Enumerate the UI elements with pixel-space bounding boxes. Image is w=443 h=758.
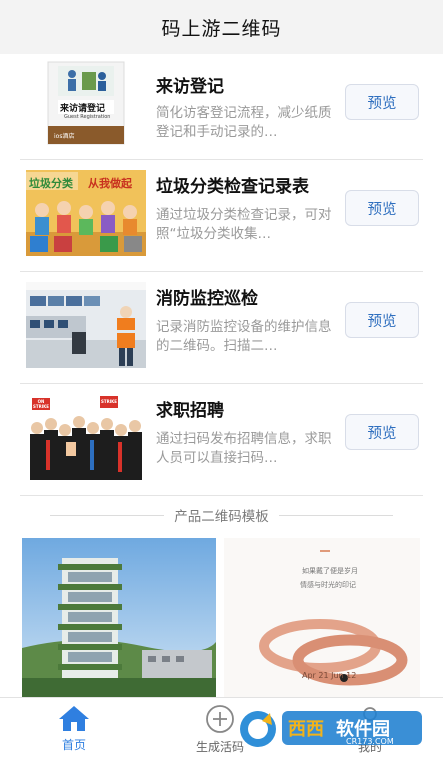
item-title: 消防监控巡检 [156, 289, 258, 309]
garbage-banner-right: 从我做起 [88, 177, 132, 190]
watermark-brand: 西西 [288, 719, 324, 740]
watermark-domain: CR173.COM [346, 737, 394, 746]
recruitment-thumbnail: ON STRIKE STRIKE [26, 394, 146, 480]
garbage-banner-left: 垃圾分类 [29, 177, 73, 190]
visitor-sign-title: 来访请登记 [60, 104, 106, 114]
header: 码上游二维码 [0, 0, 443, 54]
ring-engraving: Apr 21 Jun 12 [302, 671, 357, 680]
garbage-sorting-thumbnail: 垃圾分类 从我做起 [26, 170, 146, 256]
template-card-building[interactable] [22, 538, 216, 698]
strike-sign-right: STRIKE [101, 399, 118, 404]
item-title: 来访登记 [156, 77, 224, 97]
visitor-sign-subtitle: Guest Registration [64, 114, 111, 120]
item-title: 垃圾分类检查记录表 [156, 177, 309, 197]
home-icon [59, 706, 89, 731]
item-description: 通过扫码发布招聘信息，求职人员可以直接扫码… [156, 431, 332, 466]
section-label: 产品二维码模板 [174, 509, 269, 525]
watermark: 西西 软件园 CR173.COM [236, 705, 426, 753]
plus-circle-icon [206, 705, 234, 733]
list-item-garbage-sorting[interactable]: 垃圾分类 从我做起 垃圾分类检查记录表 通过垃圾分类检查记录，可对照“垃圾分类收… [20, 160, 423, 272]
item-description: 通过垃圾分类检查记录，可对照“垃圾分类收集… [156, 207, 332, 242]
tab-home-label: 首页 [61, 738, 86, 752]
template-list: 来访请登记 Guest Registration ios酒店 来访登记 简化访客… [0, 54, 443, 496]
preview-button[interactable]: 预览 [345, 84, 419, 120]
page-title: 码上游二维码 [161, 17, 282, 40]
ring-tagline-1: 如果戴了便是岁月 [302, 567, 358, 575]
fire-inspection-thumbnail [26, 282, 146, 368]
list-item-fire-inspection[interactable]: 消防监控巡检 记录消防监控设备的维护信息的二维码。扫描二… 预览 [20, 272, 423, 384]
preview-button[interactable]: 预览 [345, 302, 419, 338]
list-item-visitor[interactable]: 来访请登记 Guest Registration ios酒店 来访登记 简化访客… [20, 54, 423, 160]
control-room-image [26, 282, 146, 368]
template-card-ring[interactable]: 如果戴了便是岁月 情感与时光的印记 Apr 21 Jun 12 [224, 538, 420, 698]
preview-button[interactable]: 预览 [345, 414, 419, 450]
visitor-thumbnail: 来访请登记 Guest Registration ios酒店 [26, 60, 146, 146]
list-item-recruitment[interactable]: ON STRIKE STRIKE 求职招聘 通过扫码发布招聘信息，求职人员可以直… [20, 384, 423, 496]
divider-line [278, 514, 393, 516]
visitor-sign-brand: ios酒店 [54, 133, 75, 140]
section-divider: 产品二维码模板 [0, 500, 443, 530]
strike-sign-left: ON STRIKE [33, 399, 50, 409]
item-description: 简化访客登记流程，减少纸质登记和手动记录的… [156, 105, 332, 140]
tab-home[interactable]: 首页 [24, 704, 124, 753]
building-image [22, 538, 216, 698]
item-title: 求职招聘 [156, 401, 224, 421]
divider-line [50, 514, 165, 516]
preview-button[interactable]: 预览 [345, 190, 419, 226]
watermark-logo [240, 711, 422, 747]
item-description: 记录消防监控设备的维护信息的二维码。扫描二… [156, 319, 332, 354]
ring-tagline-2: 情感与时光的印记 [300, 581, 356, 589]
